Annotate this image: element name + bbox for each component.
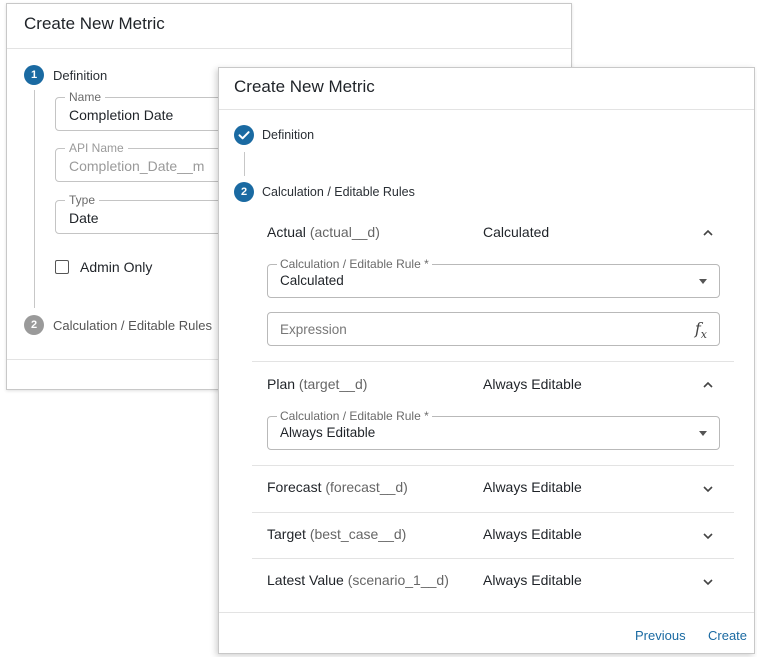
step-2-badge: 2	[24, 315, 44, 335]
name-field-value: Completion Date	[69, 107, 174, 123]
type-field-legend: Type	[65, 193, 100, 207]
select-value: Calculated	[280, 273, 344, 288]
api-name-field-legend: API Name	[65, 141, 128, 155]
footer-divider	[219, 612, 754, 613]
chevron-down-icon[interactable]	[701, 575, 715, 589]
row-value: Always Editable	[483, 376, 582, 392]
dialog-title: Create New Metric	[24, 14, 165, 33]
type-field-value: Date	[69, 210, 99, 226]
row-value: Always Editable	[483, 572, 582, 588]
chevron-down-icon	[699, 279, 707, 284]
row-name: Actual (actual__d)	[267, 224, 380, 240]
api-name-field-value: Completion_Date__m	[69, 158, 205, 174]
rule-row-target[interactable]: Target (best_case__d) Always Editable	[252, 526, 734, 546]
admin-only-label: Admin Only	[80, 259, 153, 275]
step-2-badge: 2	[234, 182, 254, 202]
row-value: Always Editable	[483, 479, 582, 495]
step-2-label: Calculation / Editable Rules	[53, 318, 212, 333]
rule-row-latest-value[interactable]: Latest Value (scenario_1__d) Always Edit…	[252, 572, 734, 592]
rule-row-actual[interactable]: Actual (actual__d) Calculated	[252, 224, 734, 244]
row-divider	[252, 558, 734, 559]
row-name: Latest Value (scenario_1__d)	[267, 572, 449, 588]
expression-input[interactable]	[269, 314, 669, 344]
chevron-up-icon[interactable]	[701, 226, 715, 240]
previous-button[interactable]: Previous	[635, 628, 686, 643]
row-divider	[252, 465, 734, 466]
row-name: Forecast (forecast__d)	[267, 479, 408, 495]
name-field-legend: Name	[65, 90, 106, 104]
step-2-label: Calculation / Editable Rules	[262, 185, 415, 199]
select-value: Always Editable	[280, 425, 376, 440]
step-1-complete-icon	[234, 125, 254, 145]
row-name: Plan (target__d)	[267, 376, 368, 392]
create-button[interactable]: Create	[708, 628, 747, 643]
front-dialog: Create New Metric Definition 2 Calculati…	[218, 67, 755, 654]
step-1-badge: 1	[24, 65, 44, 85]
dialog-title: Create New Metric	[234, 77, 375, 96]
title-divider	[7, 48, 571, 49]
row-value: Always Editable	[483, 526, 582, 542]
row-divider	[252, 512, 734, 513]
function-icon[interactable]: fx	[695, 319, 707, 344]
select-legend: Calculation / Editable Rule *	[277, 409, 432, 423]
step-connector	[34, 90, 35, 308]
chevron-down-icon[interactable]	[701, 529, 715, 543]
rule-row-plan[interactable]: Plan (target__d) Always Editable	[252, 376, 734, 396]
select-legend: Calculation / Editable Rule *	[277, 257, 432, 271]
step-connector	[244, 152, 245, 176]
admin-only-checkbox[interactable]	[55, 260, 69, 274]
chevron-up-icon[interactable]	[701, 378, 715, 392]
row-name: Target (best_case__d)	[267, 526, 407, 542]
chevron-down-icon	[699, 431, 707, 436]
expression-field[interactable]: fx	[267, 312, 720, 346]
row-divider	[252, 361, 734, 362]
plan-rule-select[interactable]: Calculation / Editable Rule * Always Edi…	[267, 409, 720, 450]
title-divider	[219, 109, 754, 110]
check-icon	[238, 131, 250, 140]
actual-rule-select[interactable]: Calculation / Editable Rule * Calculated	[267, 257, 720, 298]
rule-row-forecast[interactable]: Forecast (forecast__d) Always Editable	[252, 479, 734, 499]
step-1-label: Definition	[53, 68, 108, 83]
step-1-label: Definition	[262, 128, 315, 142]
chevron-down-icon[interactable]	[701, 482, 715, 496]
row-value: Calculated	[483, 224, 550, 240]
